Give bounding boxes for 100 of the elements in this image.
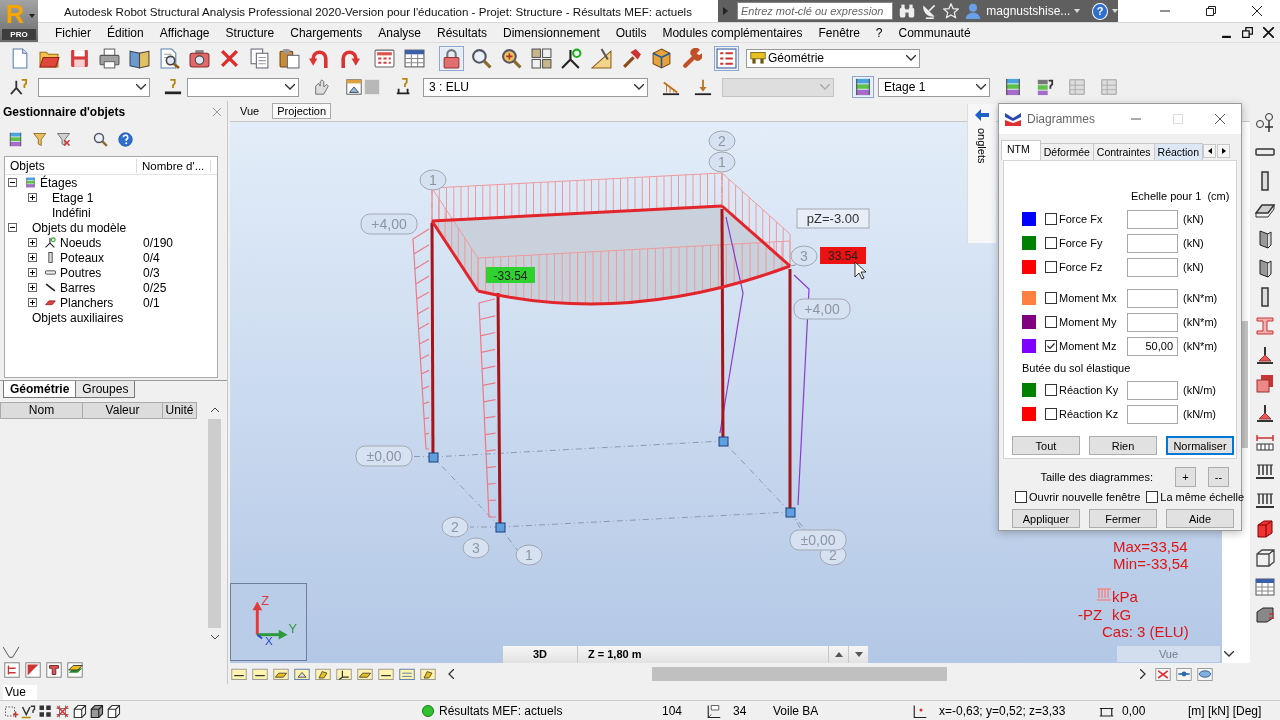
wireframe-cube-icon[interactable] (72, 703, 87, 719)
tree-item[interactable]: Planchers (60, 295, 114, 310)
tab[interactable]: Géométrie (3, 381, 77, 398)
application-menu-button[interactable]: R PRO (0, 0, 38, 42)
menu-item[interactable]: Modules complémentaires (654, 25, 811, 40)
user-name[interactable]: magnustshise... (986, 4, 1071, 18)
column-header[interactable]: Valeur (83, 402, 163, 419)
profile-icon[interactable] (45, 661, 63, 679)
book-icon[interactable] (129, 47, 150, 69)
restore-icon[interactable] (1242, 27, 1253, 38)
dimension-icon[interactable] (1255, 432, 1275, 452)
satellite-dish-icon[interactable] (921, 3, 938, 19)
cross-icon[interactable] (1154, 665, 1172, 682)
checkbox-label[interactable]: Force Fz (1059, 261, 1127, 273)
scale-field[interactable] (1127, 404, 1178, 424)
menu-item[interactable]: Chargements (282, 25, 371, 40)
tab[interactable]: NTM (1001, 140, 1041, 160)
restore-icon[interactable] (1206, 6, 1216, 16)
scroll-down-icon[interactable] (210, 635, 219, 640)
tree-toggle-icon[interactable] (28, 253, 37, 262)
table-icon[interactable] (1255, 577, 1275, 597)
solid-cube-icon[interactable] (89, 703, 104, 719)
units-label[interactable]: [m] [kN] [Deg] (1188, 704, 1262, 718)
size-button[interactable]: + (1175, 467, 1196, 487)
checkbox-label[interactable]: Moment Mx (1059, 292, 1127, 304)
tree-item[interactable]: Noeuds (60, 235, 102, 250)
save-icon[interactable] (69, 47, 90, 69)
column-header[interactable]: Nombre d'... (137, 159, 211, 172)
hand-query-icon[interactable] (313, 78, 331, 96)
selection-icon[interactable] (4, 703, 19, 719)
tree-item[interactable]: Étages (40, 175, 78, 190)
filter-icon[interactable] (33, 132, 48, 147)
beam[interactable] (431, 204, 723, 223)
window-icon[interactable] (345, 78, 363, 96)
menu-item[interactable]: Structure (217, 25, 283, 40)
command-field[interactable]: Vue (3, 684, 37, 700)
storey-icon[interactable] (8, 132, 23, 147)
print-preview-icon[interactable] (159, 47, 180, 69)
binoculars-icon[interactable] (899, 3, 916, 19)
zoom-extents-icon[interactable] (501, 47, 522, 69)
node-icon[interactable] (561, 47, 582, 69)
tab-scroll-right-button[interactable] (1217, 144, 1230, 158)
search-field[interactable]: Entrez mot-clé ou expression (737, 2, 894, 20)
checkbox[interactable] (1045, 292, 1057, 304)
undo-icon[interactable] (309, 47, 330, 69)
lock-icon[interactable] (441, 47, 462, 69)
support-icon[interactable] (1255, 403, 1275, 423)
support-node[interactable] (495, 522, 506, 533)
tree-item[interactable]: Objets du modèle (32, 220, 127, 235)
tree-toggle-icon[interactable] (28, 298, 37, 307)
support-node[interactable] (718, 436, 729, 447)
dialog-button[interactable]: Fermer (1089, 509, 1157, 528)
checkbox[interactable] (1015, 491, 1027, 503)
storey-query-icon[interactable] (1036, 78, 1054, 96)
caret-icon[interactable] (1074, 9, 1081, 13)
checkbox[interactable] (1045, 213, 1057, 225)
checkbox-label[interactable]: Force Fx (1059, 213, 1127, 225)
menu-item[interactable]: Fichier (47, 25, 99, 40)
axis-marker-icon[interactable] (1255, 113, 1275, 133)
storey-icon[interactable] (854, 78, 872, 96)
layers-icon[interactable] (66, 661, 84, 679)
cube-icon[interactable] (651, 47, 672, 69)
scale-field[interactable] (1127, 288, 1178, 308)
dialog-button[interactable]: Rien (1089, 436, 1157, 455)
left-arrow-icon[interactable] (975, 109, 989, 121)
expand-arrow-icon[interactable] (723, 7, 728, 15)
redo-icon[interactable] (339, 47, 360, 69)
tree-item[interactable]: Poutres (60, 265, 102, 280)
zoom-icon[interactable] (471, 47, 492, 69)
beam[interactable] (430, 220, 480, 292)
checkbox[interactable] (1045, 408, 1057, 420)
search-icon[interactable] (93, 132, 108, 147)
scale-field[interactable] (1127, 380, 1178, 400)
tree-toggle-icon[interactable] (8, 178, 17, 187)
tab[interactable]: Groupes (75, 381, 136, 398)
combo-box[interactable] (187, 77, 299, 97)
object-tree-icon[interactable] (3, 661, 21, 679)
menu-item[interactable]: Communauté (890, 25, 979, 40)
column-header[interactable]: Unité (163, 402, 197, 419)
mesh-icon[interactable] (55, 703, 70, 719)
delete-icon[interactable] (219, 47, 240, 69)
close-icon[interactable] (1215, 114, 1225, 124)
query-icon[interactable] (21, 703, 36, 719)
tree-toggle-icon[interactable] (28, 283, 37, 292)
grid-view-icon[interactable] (38, 703, 53, 719)
storey-icon[interactable] (1004, 78, 1022, 96)
scale-field[interactable] (1127, 209, 1178, 229)
checkbox[interactable] (1045, 340, 1057, 352)
beam[interactable] (477, 264, 791, 306)
wrench-icon[interactable] (681, 47, 702, 69)
beam-query-icon[interactable] (164, 78, 182, 96)
tree-item[interactable]: Poteaux (60, 250, 105, 265)
support-icon[interactable] (1255, 345, 1275, 365)
tab-scroll-left-button[interactable] (1203, 144, 1216, 158)
dialog-button[interactable]: Tout (1012, 436, 1080, 455)
support-node[interactable] (785, 507, 796, 518)
close-icon[interactable] (1252, 6, 1262, 16)
menu-item[interactable]: Fenêtre (810, 25, 868, 40)
help-icon[interactable] (118, 132, 133, 147)
tab[interactable]: Réaction (1153, 143, 1203, 160)
